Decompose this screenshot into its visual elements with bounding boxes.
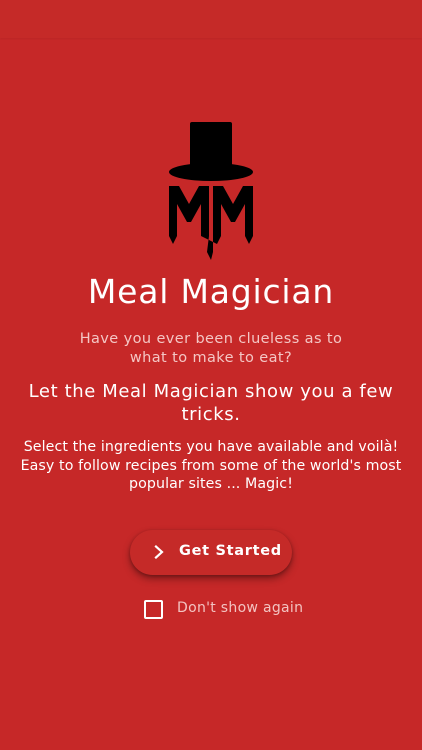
app-logo bbox=[163, 118, 259, 260]
checkbox-box[interactable] bbox=[144, 600, 163, 619]
headline: Let the Meal Magician show you a few tri… bbox=[28, 381, 394, 425]
description: Select the ingredients you have availabl… bbox=[20, 439, 402, 492]
dont-show-again-checkbox[interactable]: Don't show again bbox=[143, 598, 313, 620]
app-title: Meal Magician bbox=[87, 272, 335, 311]
get-started-button[interactable]: Get Started bbox=[130, 530, 292, 575]
chevron-right-icon bbox=[154, 545, 164, 559]
status-bar bbox=[0, 0, 422, 38]
get-started-label: Get Started bbox=[179, 543, 282, 559]
dont-show-again-label: Don't show again bbox=[177, 600, 304, 616]
tagline: Have you ever been clueless as to what t… bbox=[79, 331, 343, 366]
top-hat-mm-logo-icon bbox=[169, 122, 253, 260]
